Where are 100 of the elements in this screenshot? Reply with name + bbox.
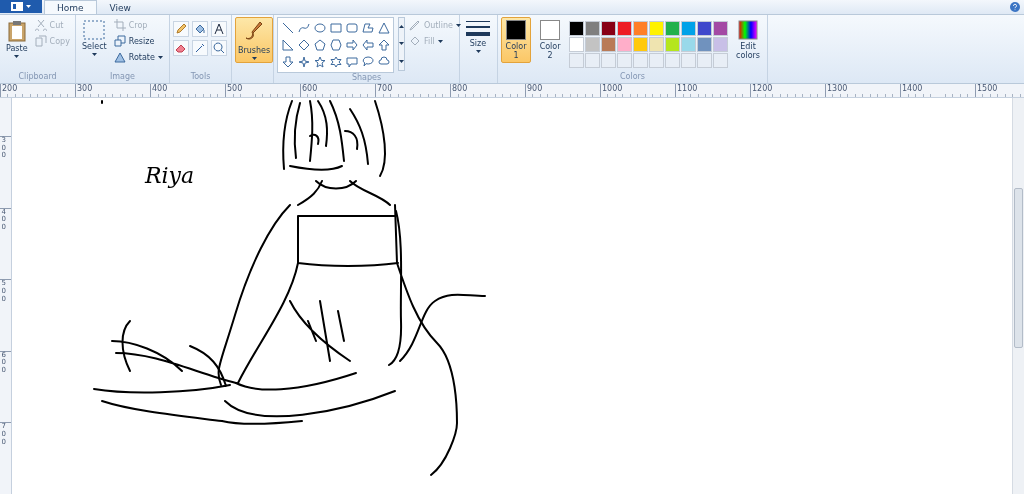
color-swatch[interactable]: [665, 37, 681, 52]
oval-shape-icon: [313, 22, 326, 34]
color-swatch[interactable]: [633, 21, 649, 36]
copy-icon: [34, 35, 47, 47]
color-picker-tool-button[interactable]: [192, 40, 208, 56]
ruler-label: 600: [301, 84, 318, 93]
group-label: Shapes: [350, 73, 383, 83]
caret-icon: [437, 39, 443, 43]
shape-button[interactable]: [280, 37, 295, 53]
shape-button[interactable]: [328, 54, 343, 70]
shape-button[interactable]: [312, 37, 327, 53]
fill-bucket-icon: [409, 35, 421, 47]
triangle-shape-icon: [377, 22, 390, 34]
fill-tool-button[interactable]: [192, 21, 208, 37]
pentagon-shape-icon: [313, 39, 326, 51]
ruler-label: 1400: [901, 84, 923, 93]
text-icon: [213, 23, 225, 35]
shape-button[interactable]: [360, 20, 375, 36]
four-point-star-shape-icon: [297, 56, 310, 68]
color-slot-button[interactable]: Color 2: [535, 17, 566, 63]
caret-icon: [399, 25, 404, 29]
resize-icon: [113, 35, 126, 47]
magnifier-icon: [213, 42, 225, 54]
curve-shape-icon: [297, 22, 310, 34]
color-swatch[interactable]: [585, 21, 601, 36]
shape-button[interactable]: [360, 37, 375, 53]
shape-button[interactable]: [328, 37, 343, 53]
ribbon-tab[interactable]: Home: [44, 0, 97, 14]
shape-button[interactable]: [344, 20, 359, 36]
caret-icon: [91, 53, 97, 56]
clipboard-icon: [6, 20, 27, 42]
scrollbar-thumb[interactable]: [1014, 188, 1023, 348]
eyedropper-icon: [194, 42, 206, 54]
star-shape-icon: [313, 56, 326, 68]
hexagon-shape-icon: [329, 39, 342, 51]
shape-button[interactable]: [280, 20, 295, 36]
color-swatch[interactable]: [649, 21, 665, 36]
shape-button[interactable]: [312, 20, 327, 36]
gallery-scroll-button[interactable]: [398, 17, 405, 71]
line-width-icon: [466, 20, 490, 37]
selection-icon: [83, 20, 106, 40]
shape-button[interactable]: [344, 54, 359, 70]
ribbon-tab[interactable]: View: [96, 0, 144, 14]
speech-rectangle-shape-icon: [345, 56, 358, 68]
rectangle-shape-icon: [329, 22, 342, 34]
ruler-label: 800: [451, 84, 468, 93]
color-swatch[interactable]: [585, 37, 601, 52]
color-swatch[interactable]: [569, 37, 585, 52]
caret-icon: [251, 57, 257, 60]
color-swatch[interactable]: [681, 37, 697, 52]
help-icon[interactable]: [1010, 2, 1020, 12]
color-swatch[interactable]: [681, 21, 697, 36]
color-swatch[interactable]: [601, 21, 617, 36]
text-tool-button[interactable]: [211, 21, 227, 37]
up-arrow-shape-icon: [377, 39, 390, 51]
color-swatch[interactable]: [601, 37, 617, 52]
down-arrow-shape-icon: [281, 56, 294, 68]
color-swatch[interactable]: [617, 37, 633, 52]
app-menu-button[interactable]: [0, 0, 42, 13]
eraser-tool-button[interactable]: [173, 40, 189, 56]
group-label: Colors: [618, 72, 647, 83]
color-swatch[interactable]: [665, 21, 681, 36]
resize-button[interactable]: Resize: [113, 33, 163, 49]
brushes-button[interactable]: Brushes: [235, 17, 274, 63]
pencil-tool-button[interactable]: [173, 21, 189, 37]
select-button[interactable]: Select: [79, 17, 110, 59]
shape-button[interactable]: [280, 54, 295, 70]
color-swatch[interactable]: [569, 21, 585, 36]
shape-button[interactable]: [376, 37, 391, 53]
shape-button[interactable]: [296, 37, 311, 53]
magnifier-tool-button[interactable]: [211, 40, 227, 56]
ruler-label: 500: [226, 84, 243, 93]
edit-colors-button[interactable]: Edit colors: [732, 17, 764, 63]
color-swatch[interactable]: [633, 37, 649, 52]
six-point-star-shape-icon: [329, 56, 342, 68]
handwritten-text: Riya: [145, 163, 195, 188]
color-swatch[interactable]: [649, 37, 665, 52]
ruler-label: 200: [1, 84, 18, 93]
color-swatch[interactable]: [713, 37, 729, 52]
shape-button[interactable]: [344, 37, 359, 53]
color-swatch[interactable]: [697, 21, 713, 36]
shape-button[interactable]: [296, 54, 311, 70]
polygon-shape-icon: [361, 22, 374, 34]
group-label: Image: [108, 72, 137, 83]
size-button[interactable]: Size: [463, 17, 493, 56]
shape-button[interactable]: [376, 20, 391, 36]
thought-cloud-shape-icon: [377, 56, 390, 68]
color-swatch[interactable]: [713, 21, 729, 36]
ruler-label: 1100: [676, 84, 698, 93]
shape-button[interactable]: [312, 54, 327, 70]
color-swatch[interactable]: [617, 21, 633, 36]
speech-oval-shape-icon: [361, 56, 374, 68]
pen-icon: [409, 19, 421, 31]
color-slot-button[interactable]: Color 1: [501, 17, 532, 63]
window-icon: [11, 2, 23, 11]
paste-button[interactable]: Paste: [3, 17, 31, 61]
color-swatch[interactable]: [697, 37, 713, 52]
caret-icon: [399, 59, 404, 63]
ruler-label: 1300: [826, 84, 848, 93]
rotate-button[interactable]: Rotate: [113, 49, 163, 65]
